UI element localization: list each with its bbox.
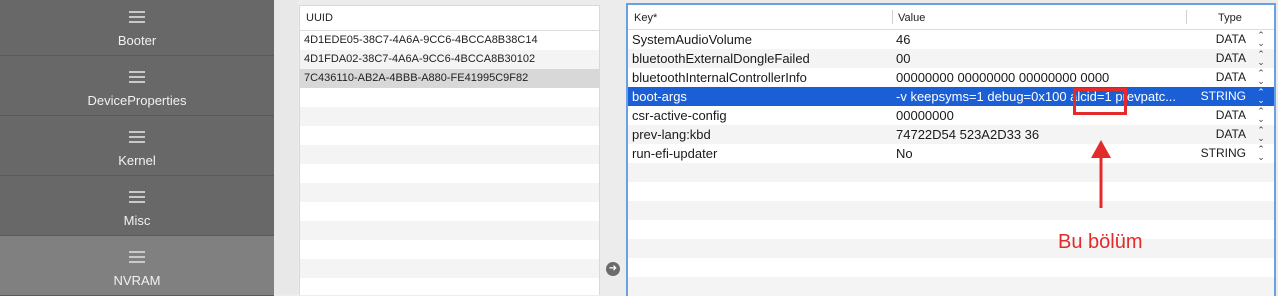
- key-cell[interactable]: bluetoothInternalControllerInfo: [632, 68, 807, 87]
- table-row[interactable]: bluetoothExternalDongleFailed 00 DATA ⌃ ⌄: [628, 49, 1274, 68]
- table-row[interactable]: SystemAudioVolume 46 DATA ⌃ ⌄: [628, 30, 1274, 49]
- table-header: Key* Value Type: [628, 5, 1274, 30]
- stepper-icon[interactable]: ⌃ ⌄: [1256, 107, 1266, 124]
- empty-row: [300, 164, 599, 183]
- sidebar-item-misc[interactable]: Misc: [0, 176, 274, 236]
- sidebar-item-kernel[interactable]: Kernel: [0, 116, 274, 176]
- value-cell[interactable]: -v keepsyms=1 debug=0x100 alcid=1 prevpa…: [896, 87, 1182, 106]
- uuid-column-header[interactable]: UUID: [300, 6, 599, 31]
- table-row-selected[interactable]: boot-args -v keepsyms=1 debug=0x100 alci…: [628, 87, 1274, 106]
- key-cell[interactable]: csr-active-config: [632, 106, 727, 125]
- empty-row: [300, 202, 599, 221]
- key-cell[interactable]: boot-args: [632, 87, 687, 106]
- uuid-row[interactable]: 4D1FDA02-38C7-4A6A-9CC6-4BCCA8B30102: [300, 50, 599, 69]
- value-cell[interactable]: 00: [896, 49, 1182, 68]
- column-separator: [1186, 10, 1187, 24]
- value-cell[interactable]: 00000000 00000000 00000000 0000: [896, 68, 1182, 87]
- empty-row: [300, 107, 599, 126]
- list-icon: [129, 130, 145, 144]
- value-cell[interactable]: No: [896, 144, 1182, 163]
- empty-row: [628, 239, 1274, 258]
- uuid-row-selected[interactable]: 7C436110-AB2A-4BBB-A880-FE41995C9F82: [300, 69, 599, 88]
- empty-row: [628, 258, 1274, 277]
- empty-row: [300, 221, 599, 240]
- list-icon: [129, 190, 145, 204]
- annotation-highlight-box: [1073, 88, 1127, 115]
- empty-row: [300, 126, 599, 145]
- sidebar: Booter DeviceProperties Kernel Misc NVRA…: [0, 0, 274, 296]
- key-cell[interactable]: run-efi-updater: [632, 144, 717, 163]
- empty-row: [300, 278, 599, 295]
- uuid-row[interactable]: 4D1EDE05-38C7-4A6A-9CC6-4BCCA8B38C14: [300, 31, 599, 50]
- type-cell[interactable]: DATA: [1216, 125, 1246, 144]
- empty-row: [628, 182, 1274, 201]
- annotation-label: Bu bölüm: [1058, 231, 1143, 253]
- key-cell[interactable]: SystemAudioVolume: [632, 30, 752, 49]
- sidebar-item-booter[interactable]: Booter: [0, 0, 274, 56]
- column-separator: [892, 10, 893, 24]
- sidebar-item-label: NVRAM: [113, 273, 161, 288]
- empty-row: [628, 220, 1274, 239]
- column-header-value[interactable]: Value: [898, 5, 925, 29]
- arrow-right-icon[interactable]: ➜: [606, 262, 620, 276]
- value-cell[interactable]: 74722D54 523A2D33 36: [896, 125, 1182, 144]
- type-cell[interactable]: STRING: [1201, 87, 1246, 106]
- value-cell[interactable]: 46: [896, 30, 1182, 49]
- empty-row: [300, 145, 599, 164]
- stepper-icon[interactable]: ⌃ ⌄: [1256, 126, 1266, 143]
- sidebar-item-label: Kernel: [118, 153, 156, 168]
- key-cell[interactable]: prev-lang:kbd: [632, 125, 711, 144]
- list-icon: [129, 10, 145, 24]
- stepper-icon[interactable]: ⌃ ⌄: [1256, 31, 1266, 48]
- stepper-icon[interactable]: ⌃ ⌄: [1256, 50, 1266, 67]
- type-cell[interactable]: DATA: [1216, 30, 1246, 49]
- empty-row: [628, 163, 1274, 182]
- table-row[interactable]: run-efi-updater No STRING ⌃ ⌄: [628, 144, 1274, 163]
- annotation-arrow-icon: [1091, 140, 1111, 208]
- list-icon: [129, 250, 145, 264]
- table-row[interactable]: prev-lang:kbd 74722D54 523A2D33 36 DATA …: [628, 125, 1274, 144]
- nvram-key-table: Key* Value Type SystemAudioVolume 46 DAT…: [626, 3, 1276, 296]
- empty-row: [628, 201, 1274, 220]
- uuid-table: UUID 4D1EDE05-38C7-4A6A-9CC6-4BCCA8B38C1…: [299, 5, 600, 295]
- sidebar-item-label: Misc: [123, 213, 151, 228]
- stepper-icon[interactable]: ⌃ ⌄: [1256, 88, 1266, 105]
- stepper-icon[interactable]: ⌃ ⌄: [1256, 145, 1266, 162]
- stepper-icon[interactable]: ⌃ ⌄: [1256, 69, 1266, 86]
- empty-row: [300, 88, 599, 107]
- sidebar-item-nvram[interactable]: NVRAM: [0, 236, 274, 296]
- type-cell[interactable]: STRING: [1201, 144, 1246, 163]
- divider: [274, 0, 298, 294]
- empty-row: [300, 240, 599, 259]
- key-cell[interactable]: bluetoothExternalDongleFailed: [632, 49, 810, 68]
- empty-row: [628, 277, 1274, 296]
- value-cell[interactable]: 00000000: [896, 106, 1182, 125]
- column-header-type[interactable]: Type: [1218, 5, 1242, 29]
- table-row[interactable]: csr-active-config 00000000 DATA ⌃ ⌄: [628, 106, 1274, 125]
- sidebar-item-label: DeviceProperties: [87, 93, 187, 108]
- type-cell[interactable]: DATA: [1216, 106, 1246, 125]
- empty-row: [300, 259, 599, 278]
- type-cell[interactable]: DATA: [1216, 49, 1246, 68]
- type-cell[interactable]: DATA: [1216, 68, 1246, 87]
- sidebar-item-deviceproperties[interactable]: DeviceProperties: [0, 56, 274, 116]
- list-icon: [129, 70, 145, 84]
- column-header-key[interactable]: Key*: [634, 5, 657, 29]
- sidebar-item-label: Booter: [117, 33, 157, 48]
- table-row[interactable]: bluetoothInternalControllerInfo 00000000…: [628, 68, 1274, 87]
- empty-row: [300, 183, 599, 202]
